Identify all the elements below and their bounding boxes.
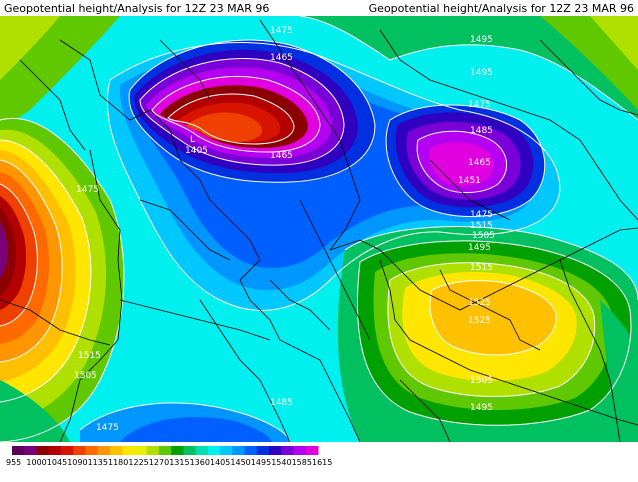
title-left: Geopotential height/Analysis for 12Z 23 …	[4, 2, 270, 15]
contour-label: 1515	[78, 351, 101, 361]
color-scale-label: 1045	[47, 458, 67, 467]
contour-label: 1475	[76, 185, 99, 195]
contour-label: 1515	[470, 221, 493, 231]
color-scale-swatch	[122, 446, 135, 455]
color-scale-label: 1540	[271, 458, 291, 467]
contour-label: 1475	[468, 100, 491, 110]
color-scale-label: 1315	[169, 458, 189, 467]
color-scale-swatch	[12, 446, 25, 455]
contour-label: 1515	[470, 263, 493, 273]
color-scale-swatch	[171, 446, 184, 455]
color-scale-label: 1000	[26, 458, 46, 467]
color-scale-swatch	[281, 446, 295, 455]
color-scale-swatch	[256, 446, 270, 455]
east-low-center-value: 1451	[458, 176, 481, 186]
color-scale-label: 1615	[312, 458, 332, 467]
contour-label: 1525	[468, 316, 491, 326]
color-scale-swatch	[109, 446, 123, 455]
contour-label: 1485	[470, 126, 493, 136]
color-scale-swatch	[269, 446, 282, 455]
color-scale-label: 1585	[292, 458, 312, 467]
color-scale-swatch	[293, 446, 307, 455]
title-right: Geopotential height/Analysis for 12Z 23 …	[368, 2, 634, 15]
color-scale-label: 1450	[230, 458, 250, 467]
color-scale-swatch	[195, 446, 209, 455]
contour-label: 1465	[468, 158, 491, 168]
color-scale-swatch	[36, 446, 50, 455]
color-scale-swatch	[207, 446, 221, 455]
color-scale-label: 1495	[251, 458, 271, 467]
contour-label: 1495	[470, 403, 493, 413]
color-scale-swatch	[134, 446, 148, 455]
geopotential-map: 1475 1495 1465 1495 1475 1465 1475 1515 …	[0, 16, 638, 467]
color-scale-label: 1270	[149, 458, 169, 467]
color-scale-swatch	[244, 446, 258, 455]
contour-label: 1495	[470, 68, 493, 78]
contour-label: 1505	[470, 376, 493, 386]
contour-label: 1485	[270, 398, 293, 408]
color-scale-swatch	[158, 446, 172, 455]
contour-label: 1475	[96, 423, 119, 433]
contour-label: 1505	[74, 371, 97, 381]
color-scale-swatch	[97, 446, 111, 455]
contour-label: 1525	[468, 298, 491, 308]
color-scale-swatch	[73, 446, 86, 455]
color-scale-swatch	[232, 446, 246, 455]
color-scale-swatch	[85, 446, 99, 455]
contour-label: 1505	[472, 231, 495, 241]
color-scale-label: 1225	[128, 458, 148, 467]
color-scale-label: 1135	[88, 458, 108, 467]
low-center-marker: L	[190, 135, 195, 145]
contour-label: 1465	[270, 53, 293, 63]
color-scale-swatch	[146, 446, 160, 455]
color-scale-label: 1405	[210, 458, 230, 467]
color-scale-label: 1090	[67, 458, 87, 467]
color-scale-swatch	[305, 446, 319, 455]
contour-label: 1495	[468, 243, 491, 253]
contour-label: 1475	[270, 26, 293, 36]
color-scale: 955 1000 1045 1090 1135 1180 1225 1270 1315 1360 1…	[6, 446, 332, 467]
color-scale-label: 1180	[108, 458, 128, 467]
map-field: 1475 1495 1465 1495 1475 1465 1475 1515 …	[0, 16, 638, 442]
map-panel: 1475 1495 1465 1495 1475 1465 1475 1515 …	[0, 0, 638, 482]
color-scale-swatch	[183, 446, 197, 455]
low-center-value: 1405	[185, 146, 208, 156]
color-scale-swatch	[24, 446, 37, 455]
color-scale-swatch	[48, 446, 62, 455]
contour-label: 1465	[270, 151, 293, 161]
color-scale-label: 955	[6, 458, 21, 467]
color-scale-label: 1360	[190, 458, 210, 467]
contour-label: 1475	[470, 210, 493, 220]
color-scale-swatch	[60, 446, 74, 455]
color-scale-swatch	[220, 446, 233, 455]
contour-label: 1495	[470, 35, 493, 45]
